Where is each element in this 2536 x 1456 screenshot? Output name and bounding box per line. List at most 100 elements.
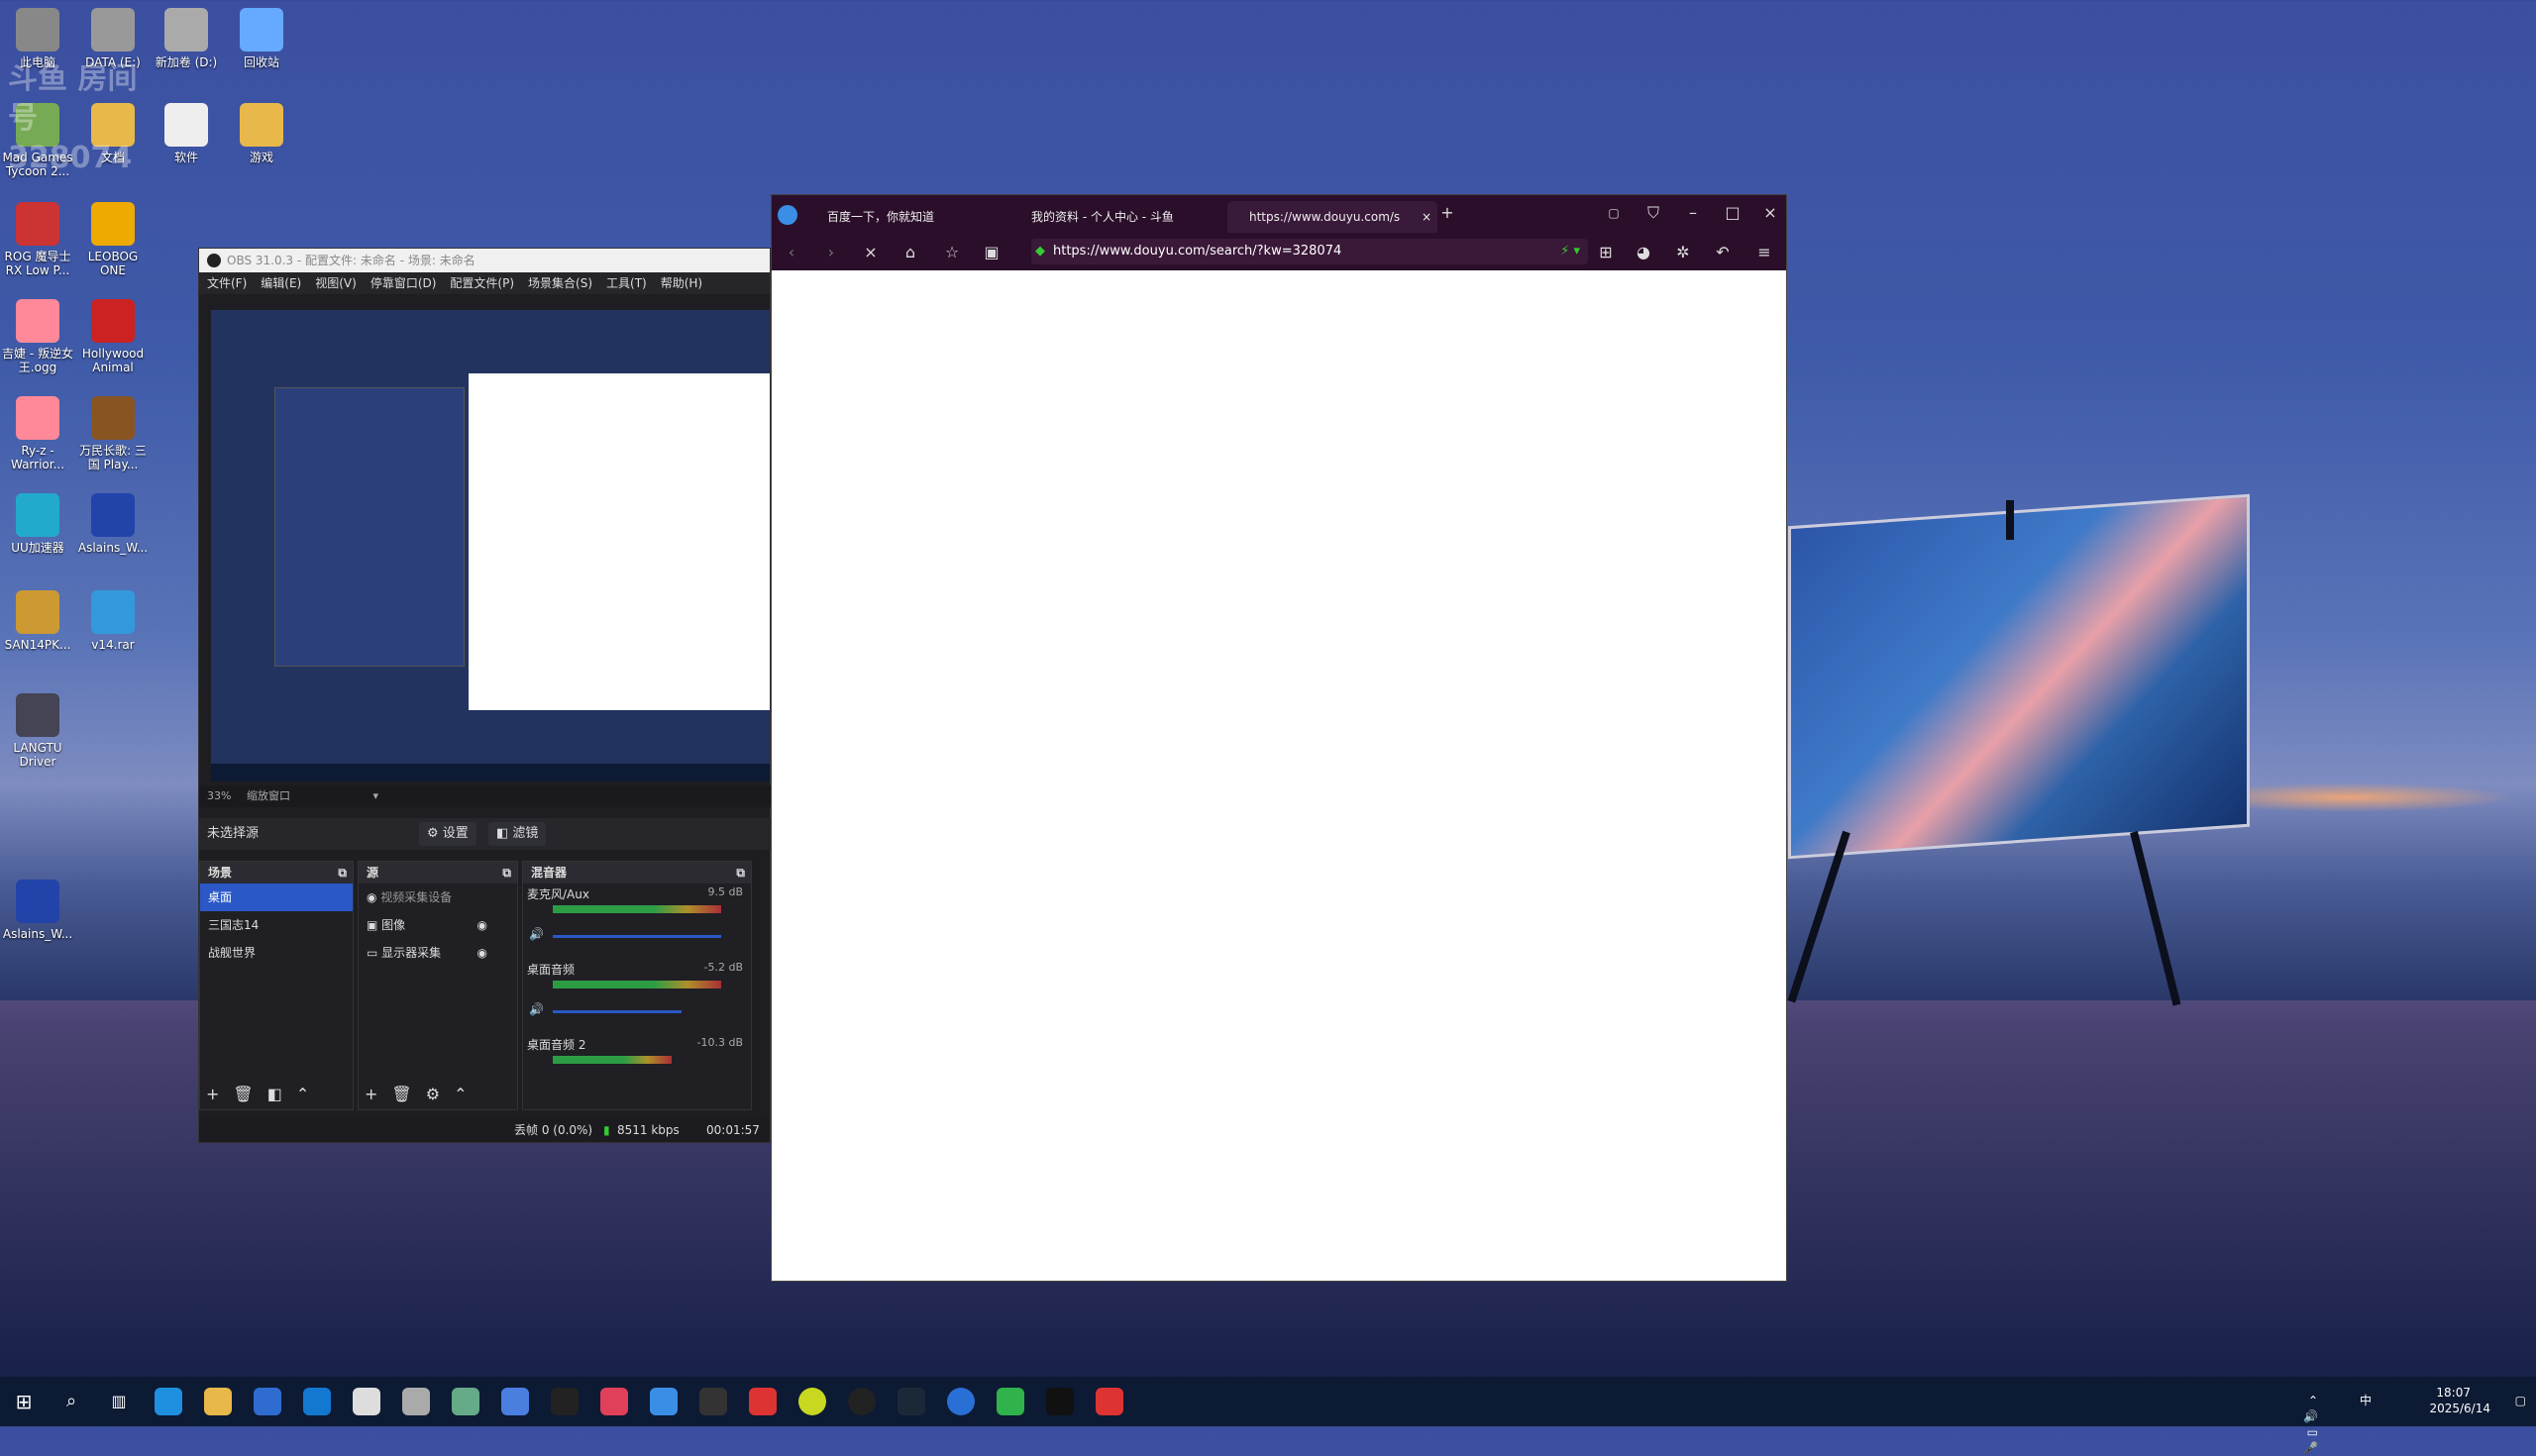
speaker-icon[interactable]: 🔊 bbox=[529, 927, 544, 941]
undock-icon[interactable]: ⧉ bbox=[338, 862, 347, 884]
app-icon[interactable] bbox=[452, 1388, 479, 1415]
obs-menu-file[interactable]: 文件(F) bbox=[207, 272, 247, 294]
desktop-icon[interactable]: UU加速器 bbox=[0, 493, 75, 555]
desktop-icon[interactable]: ROG 魔导士 RX Low P... bbox=[0, 202, 75, 277]
shirt-icon[interactable]: ⛉ bbox=[1641, 201, 1665, 225]
app-icon[interactable] bbox=[749, 1388, 777, 1415]
minimize-icon[interactable]: – bbox=[1681, 201, 1705, 225]
notification-icon[interactable]: ▢ bbox=[2515, 1393, 2526, 1408]
trash-icon[interactable]: 🗑 bbox=[233, 1085, 266, 1103]
lightning-icon[interactable]: ⚡ ▾ bbox=[1560, 239, 1580, 264]
obs-menu-docks[interactable]: 停靠窗口(D) bbox=[370, 272, 437, 294]
obs-menu-scene-collection[interactable]: 场景集合(S) bbox=[528, 272, 592, 294]
desktop-icon[interactable]: 吉婕 - 叛逆女王.ogg bbox=[0, 299, 75, 374]
tray-icons[interactable]: ⌃ 🔊 ▭ 🎤 bbox=[2303, 1393, 2318, 1456]
gear-icon[interactable]: ⚙ bbox=[426, 1085, 454, 1103]
steam-icon[interactable] bbox=[898, 1388, 925, 1415]
obs-menu-profile[interactable]: 配置文件(P) bbox=[450, 272, 514, 294]
app-icon[interactable] bbox=[501, 1388, 529, 1415]
page-content[interactable] bbox=[772, 270, 1786, 1281]
clock-date[interactable]: 2025/6/14 bbox=[2429, 1401, 2490, 1416]
scene-item[interactable]: 桌面 bbox=[200, 884, 353, 911]
color-icon[interactable]: ◕ bbox=[1632, 241, 1655, 264]
desktop-icon[interactable]: LEOBOG ONE bbox=[75, 202, 151, 277]
address-bar[interactable]: ◆ https://www.douyu.com/search/?kw=32807… bbox=[1031, 239, 1588, 264]
filter-icon[interactable]: ◧ bbox=[267, 1085, 296, 1103]
chevron-up-icon[interactable]: ⌃ bbox=[454, 1085, 480, 1103]
desktop-icon[interactable]: 软件 bbox=[149, 103, 224, 164]
start-icon[interactable]: ⊞ bbox=[10, 1388, 38, 1415]
app-icon[interactable] bbox=[798, 1388, 826, 1415]
scene-item[interactable]: 战舰世界 bbox=[200, 939, 353, 967]
obs-filters-button[interactable]: ◧ 滤镜 bbox=[488, 822, 547, 846]
browser-logo-icon[interactable] bbox=[778, 205, 797, 225]
tab-count-icon[interactable]: ▢ bbox=[1602, 201, 1626, 225]
task-view-icon[interactable]: ▥ bbox=[105, 1388, 133, 1415]
maximize-icon[interactable]: □ bbox=[1721, 201, 1744, 225]
app-icon[interactable] bbox=[353, 1388, 380, 1415]
eye-icon[interactable]: ◉ bbox=[477, 911, 487, 939]
menu-icon[interactable]: ≡ bbox=[1752, 241, 1776, 264]
volume-slider[interactable] bbox=[553, 1010, 682, 1013]
app-icon[interactable] bbox=[551, 1388, 579, 1415]
chevron-down-icon[interactable]: ▾ bbox=[372, 789, 378, 802]
app-icon[interactable] bbox=[600, 1388, 628, 1415]
source-item[interactable]: ▣ 图像 ◉ bbox=[359, 911, 517, 939]
qq-icon[interactable] bbox=[1046, 1388, 1074, 1415]
app-icon[interactable] bbox=[997, 1388, 1024, 1415]
clock-time[interactable]: 18:07 bbox=[2436, 1385, 2471, 1401]
search-icon[interactable]: ⌕ bbox=[57, 1388, 85, 1415]
eye-icon[interactable]: ◉ bbox=[477, 939, 487, 967]
app-icon[interactable] bbox=[650, 1388, 678, 1415]
ime-indicator[interactable]: 中 bbox=[2360, 1393, 2372, 1408]
close-icon[interactable]: × bbox=[1422, 201, 1431, 233]
desktop-icon[interactable]: 万民长歌: 三国 Play... bbox=[75, 396, 151, 471]
add-icon[interactable]: + bbox=[365, 1085, 391, 1103]
desktop-icon[interactable]: Hollywood Animal bbox=[75, 299, 151, 374]
app-icon[interactable] bbox=[402, 1388, 430, 1415]
add-icon[interactable]: + bbox=[206, 1085, 233, 1103]
trash-icon[interactable]: 🗑 bbox=[391, 1085, 425, 1103]
obs-settings-button[interactable]: ⚙ 设置 bbox=[419, 822, 476, 846]
forward-icon[interactable]: › bbox=[819, 241, 843, 264]
undock-icon[interactable]: ⧉ bbox=[502, 862, 511, 884]
home-icon[interactable]: ⌂ bbox=[898, 241, 922, 264]
desktop-icon[interactable]: Aslains_W... bbox=[0, 880, 75, 941]
obs-preview[interactable] bbox=[211, 310, 770, 781]
chevron-up-icon[interactable]: ⌃ bbox=[296, 1085, 323, 1103]
volume-slider[interactable] bbox=[553, 935, 721, 938]
obs-menu-edit[interactable]: 编辑(E) bbox=[261, 272, 301, 294]
address-text[interactable]: https://www.douyu.com/search/?kw=328074 bbox=[1053, 244, 1341, 259]
back-icon[interactable]: ‹ bbox=[780, 241, 803, 264]
edge-icon[interactable] bbox=[155, 1388, 182, 1415]
desktop-icon[interactable]: 新加卷 (D:) bbox=[149, 8, 224, 69]
tab-douyu-search[interactable]: https://www.douyu.com/s × bbox=[1227, 201, 1437, 233]
app-icon[interactable] bbox=[699, 1388, 727, 1415]
obs-menu-tools[interactable]: 工具(T) bbox=[606, 272, 647, 294]
desktop-icon[interactable]: v14.rar bbox=[75, 590, 151, 652]
desktop-icon[interactable]: 游戏 bbox=[224, 103, 299, 164]
app-icon[interactable] bbox=[1096, 1388, 1123, 1415]
tab-baidu[interactable]: 百度一下，你就知道 bbox=[805, 201, 1025, 233]
obs-menu-help[interactable]: 帮助(H) bbox=[661, 272, 702, 294]
close-window-icon[interactable]: × bbox=[1758, 201, 1782, 225]
desktop-icon[interactable]: SAN14PK... bbox=[0, 590, 75, 652]
tab-douyu-profile[interactable]: 我的资料 - 个人中心 - 斗鱼 bbox=[1009, 201, 1229, 233]
obs-taskbar-icon[interactable] bbox=[848, 1388, 876, 1415]
new-tab-icon[interactable]: + bbox=[1435, 201, 1459, 225]
mail-icon[interactable] bbox=[303, 1388, 331, 1415]
source-item[interactable]: ◉ 视频采集设备 bbox=[359, 884, 517, 911]
stop-icon[interactable]: × bbox=[859, 241, 883, 264]
star-icon[interactable]: ☆ bbox=[940, 241, 964, 264]
speaker-icon[interactable]: 🔊 bbox=[529, 1002, 544, 1016]
scene-item[interactable]: 三国志14 bbox=[200, 911, 353, 939]
undock-icon[interactable]: ⧉ bbox=[736, 862, 745, 884]
desktop-icon[interactable]: Ry-z - Warrior... bbox=[0, 396, 75, 471]
store-icon[interactable] bbox=[254, 1388, 281, 1415]
source-item[interactable]: ▭ 显示器采集 ◉ bbox=[359, 939, 517, 967]
obs-menu-view[interactable]: 视图(V) bbox=[315, 272, 357, 294]
undo-icon[interactable]: ↶ bbox=[1711, 241, 1735, 264]
folder-icon[interactable] bbox=[204, 1388, 232, 1415]
obs-zoom-mode[interactable]: 缩放窗口 bbox=[247, 789, 290, 802]
extension-icon[interactable]: ▣ bbox=[980, 241, 1004, 264]
